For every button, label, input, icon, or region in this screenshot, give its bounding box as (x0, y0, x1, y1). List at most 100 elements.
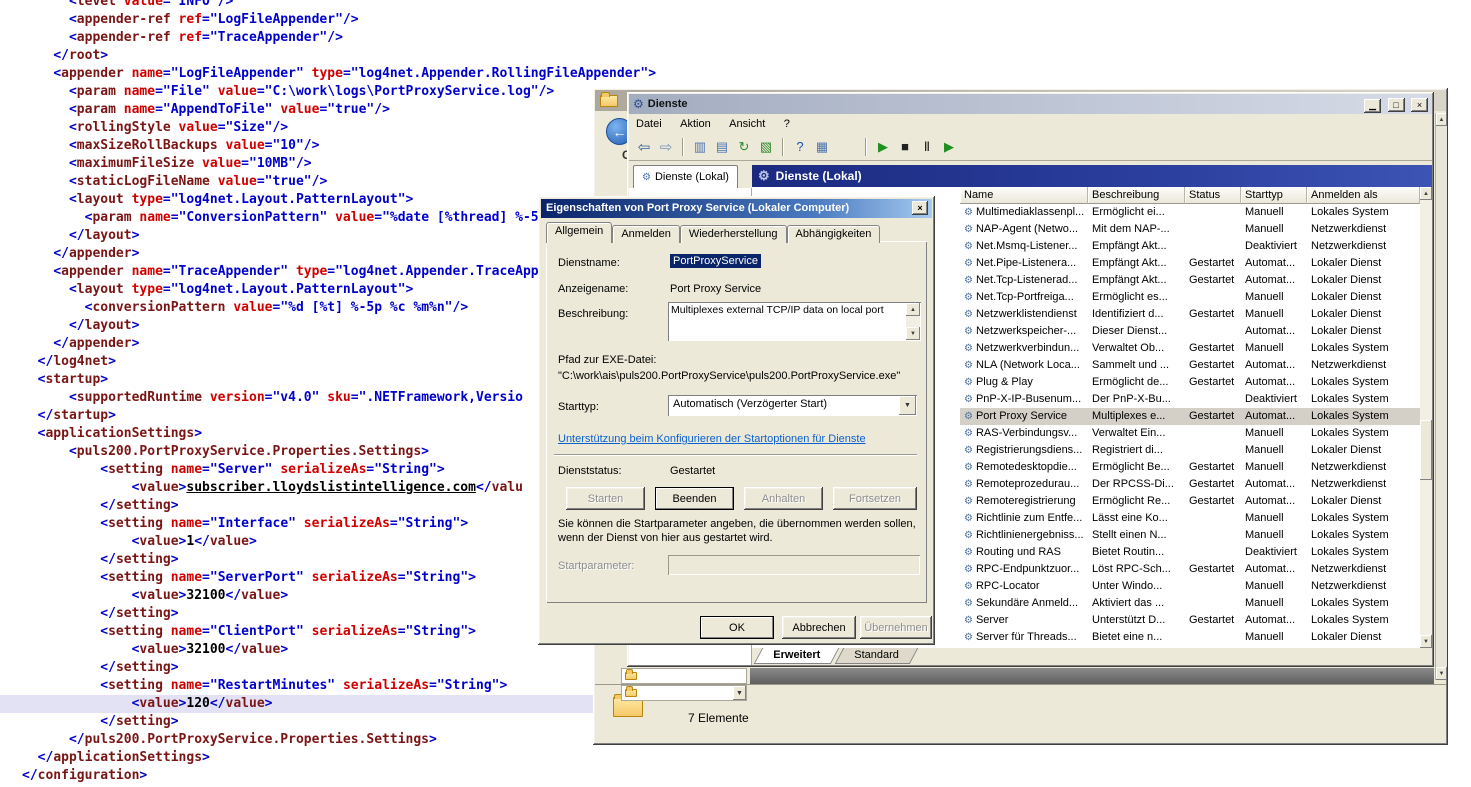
dropdown-arrow-icon[interactable]: ▼ (733, 686, 746, 700)
code-line[interactable]: <maximumFileSize value="10MB"/> (22, 155, 656, 173)
menu-datei[interactable]: Datei (629, 116, 669, 132)
column-header[interactable]: Starttyp (1241, 187, 1307, 204)
service-row[interactable]: ⚙Registrierungsdiens...Registriert di...… (960, 442, 1420, 459)
tab-allgemein[interactable]: Allgemein (546, 222, 612, 243)
service-row[interactable]: ⚙NAP-Agent (Netwo...Mit dem NAP-...Manue… (960, 221, 1420, 238)
start-service-icon[interactable]: ▶ (873, 137, 893, 157)
code-line[interactable]: </applicationSettings> (22, 749, 656, 767)
scroll-up-icon[interactable]: ▲ (1420, 187, 1432, 200)
code-line[interactable]: </setting> (22, 659, 656, 677)
scroll-up-icon[interactable]: ▲ (906, 303, 920, 316)
service-row[interactable]: ⚙Net.Msmq-Listener...Empfängt Akt...Deak… (960, 238, 1420, 255)
folder-tree-item[interactable]: ▼ (621, 685, 747, 701)
tab-anmelden[interactable]: Anmelden (612, 225, 680, 243)
code-line[interactable]: </configuration> (22, 767, 656, 785)
beschreibung-scrollbar[interactable]: ▲ ▼ (906, 303, 920, 340)
scroll-down-icon[interactable]: ▼ (1420, 635, 1432, 648)
tab-erweitert[interactable]: Erweitert (754, 648, 840, 664)
beschreibung-field[interactable]: Multiplexes external TCP/IP data on loca… (668, 302, 921, 341)
dienstname-value[interactable]: PortProxyService (670, 254, 761, 268)
column-header[interactable]: Anmelden als (1307, 187, 1420, 204)
service-row[interactable]: ⚙Netzwerkverbindun...Verwaltet Ob...Gest… (960, 340, 1420, 357)
restart-service-icon[interactable]: ▶ (939, 137, 959, 157)
service-row[interactable]: ⚙RemoteregistrierungErmöglicht Re...Gest… (960, 493, 1420, 510)
service-row[interactable]: ⚙Sekundäre Anmeld...Aktiviert das ...Man… (960, 595, 1420, 612)
code-line[interactable]: <staticLogFileName value="true"/> (22, 173, 656, 191)
pause-service-icon[interactable]: Ⅱ (917, 137, 937, 157)
service-row[interactable]: ⚙Port Proxy ServiceMultiplexes e...Gesta… (960, 408, 1420, 425)
column-header[interactable]: Name (960, 187, 1088, 204)
service-row[interactable]: ⚙Net.Tcp-Listenerad...Empfängt Akt...Ges… (960, 272, 1420, 289)
forward-icon[interactable]: ⇨ (656, 137, 676, 157)
service-row[interactable]: ⚙NLA (Network Loca...Sammelt und ...Gest… (960, 357, 1420, 374)
startoptions-help-link[interactable]: Unterstützung beim Konfigurieren der Sta… (558, 433, 866, 445)
menu-ansicht[interactable]: Ansicht (722, 116, 772, 132)
folder-tree-item[interactable] (621, 668, 747, 684)
service-row[interactable]: ⚙Richtlinienergebniss...Stellt einen N..… (960, 527, 1420, 544)
abbrechen-button[interactable]: Abbrechen (782, 616, 856, 639)
code-line[interactable]: <param name="AppendToFile" value="true"/… (22, 101, 656, 119)
explorer-scrollbar[interactable]: ▲ ▼ (1435, 113, 1447, 680)
scrollbar-thumb[interactable] (1420, 420, 1432, 480)
service-row[interactable]: ⚙RAS-Verbindungsv...Verwaltet Ein...Manu… (960, 425, 1420, 442)
code-line[interactable]: <appender-ref ref="TraceAppender"/> (22, 29, 656, 47)
code-line[interactable]: <maxSizeRollBackups value="10"/> (22, 137, 656, 155)
export-icon[interactable]: ▧ (756, 137, 776, 157)
service-row[interactable]: ⚙Server für Threads...Bietet eine n...Ma… (960, 629, 1420, 646)
maximize-icon[interactable]: □ (1388, 98, 1405, 112)
service-row[interactable]: ⚙Netzwerkspeicher-...Dieser Dienst...Aut… (960, 323, 1420, 340)
tab-abhaengigkeiten[interactable]: Abhängigkeiten (787, 225, 881, 243)
help-icon[interactable]: ? (790, 137, 810, 157)
scroll-up-icon[interactable]: ▲ (1436, 113, 1447, 126)
close-icon[interactable]: × (1411, 98, 1428, 112)
minimize-icon[interactable]: ▁ (1364, 99, 1381, 113)
dropdown-icon[interactable]: ▼ (899, 396, 916, 415)
refresh-icon[interactable]: ↻ (734, 137, 754, 157)
service-row[interactable]: ⚙NetzwerklistendienstIdentifiziert d...G… (960, 306, 1420, 323)
starttyp-select[interactable]: Automatisch (Verzögerter Start) ▼ (668, 395, 917, 416)
service-row[interactable]: ⚙RPC-LocatorUnter Windo...ManuellNetzwer… (960, 578, 1420, 595)
service-row[interactable]: ⚙Net.Tcp-Portfreiga...Ermöglicht es...Ma… (960, 289, 1420, 306)
code-line[interactable]: <value>120</value> (0, 695, 596, 713)
service-row[interactable]: ⚙Routing und RASBietet Routin...Deaktivi… (960, 544, 1420, 561)
code-line[interactable]: <rollingStyle value="Size"/> (22, 119, 656, 137)
menu-hilfe[interactable]: ? (777, 116, 797, 132)
menu-aktion[interactable]: Aktion (673, 116, 718, 132)
service-row[interactable]: ⚙Plug & PlayErmöglicht de...GestartetAut… (960, 374, 1420, 391)
code-line[interactable]: <appender-ref ref="LogFileAppender"/> (22, 11, 656, 29)
services-titlebar[interactable]: ⚙ Dienste ▁ □ × (629, 94, 1432, 114)
scroll-down-icon[interactable]: ▼ (1436, 667, 1447, 680)
show-console-tree-icon[interactable]: ▥ (690, 137, 710, 157)
close-icon[interactable]: × (912, 201, 928, 215)
extended-view-icon[interactable]: ▦ (812, 137, 832, 157)
anzeigename-value[interactable]: Port Proxy Service (670, 283, 761, 295)
export-list-icon[interactable]: ▤ (712, 137, 732, 157)
service-row[interactable]: ⚙Remotedesktopdie...Ermöglicht Be...Gest… (960, 459, 1420, 476)
code-line[interactable]: <param name="File" value="C:\work\logs\P… (22, 83, 656, 101)
stop-service-icon[interactable]: ■ (895, 137, 915, 157)
code-line[interactable]: <appender name="LogFileAppender" type="l… (22, 65, 656, 83)
tab-standard[interactable]: Standard (835, 648, 918, 664)
code-line[interactable]: <setting name="RestartMinutes" serialize… (22, 677, 656, 695)
service-row[interactable]: ⚙ServerUnterstützt D...GestartetAutomat.… (960, 612, 1420, 629)
column-header[interactable]: Status (1185, 187, 1241, 204)
service-row[interactable]: ⚙Net.Pipe-Listenera...Empfängt Akt...Ges… (960, 255, 1420, 272)
tab-wiederherstellung[interactable]: Wiederherstellung (680, 225, 787, 243)
ok-button[interactable]: OK (700, 616, 774, 639)
dialog-titlebar[interactable]: Eigenschaften von Port Proxy Service (Lo… (541, 199, 932, 218)
service-row[interactable]: ⚙Remoteprozedurau...Der RPCSS-Di...Gesta… (960, 476, 1420, 493)
back-icon[interactable]: ⇦ (634, 137, 654, 157)
code-line[interactable]: </puls200.PortProxyService.Properties.Se… (22, 731, 656, 749)
console-root-tab[interactable]: ⚙ Dienste (Lokal) (633, 165, 738, 188)
code-line[interactable]: <level value="INFO"/> (22, 0, 656, 11)
code-line[interactable]: </setting> (22, 713, 656, 731)
scroll-down-icon[interactable]: ▼ (906, 327, 920, 340)
beenden-button[interactable]: Beenden (655, 487, 734, 510)
service-row[interactable]: ⚙Richtlinie zum Entfe...Lässt eine Ko...… (960, 510, 1420, 527)
service-row[interactable]: ⚙Multimediaklassenpl...Ermöglicht ei...M… (960, 204, 1420, 221)
service-row[interactable]: ⚙PnP-X-IP-Busenum...Der PnP-X-Bu...Deakt… (960, 391, 1420, 408)
code-line[interactable]: </root> (22, 47, 656, 65)
table-scrollbar[interactable]: ▲ ▼ (1420, 187, 1432, 648)
column-header[interactable]: Beschreibung (1088, 187, 1185, 204)
service-row[interactable]: ⚙RPC-Endpunktzuor...Löst RPC-Sch...Gesta… (960, 561, 1420, 578)
